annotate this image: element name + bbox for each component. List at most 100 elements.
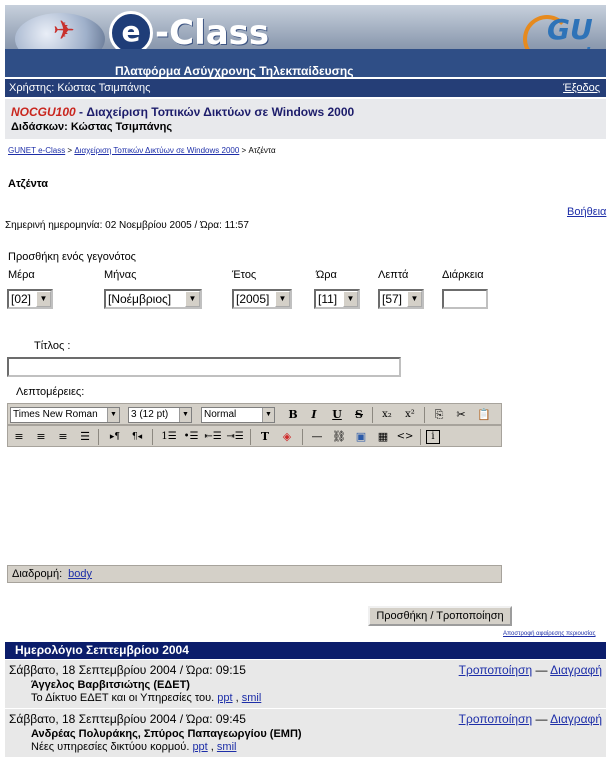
unordered-list-icon[interactable]: •☰ <box>182 429 200 445</box>
chevron-down-icon: ▼ <box>275 291 290 307</box>
gunet-gu: GU <box>547 13 593 46</box>
justify-icon[interactable]: ☰ <box>76 429 94 445</box>
event-speaker: Άγγελος Βαρβιτσιώτης (ΕΔΕΤ) <box>31 679 190 691</box>
toolbar-separator <box>420 429 421 445</box>
rich-text-editor: Times New Roman ▼ 3 (12 pt) ▼ Normal ▼ B… <box>7 403 502 583</box>
event-edit-link[interactable]: Τροποποίηση <box>459 712 532 726</box>
title-input[interactable] <box>7 357 401 377</box>
event-speaker: Ανδρέας Πολυράκης, Σπύρος Παπαγεωργίου (… <box>31 728 302 740</box>
chevron-down-icon: ▼ <box>36 291 51 307</box>
breadcrumb-current: Ατζέντα <box>248 146 276 155</box>
outdent-icon[interactable]: ⇤☰ <box>204 429 222 445</box>
editor-text-area[interactable] <box>7 447 502 563</box>
month-select[interactable]: [Νοέμβριος] ▼ <box>104 289 202 309</box>
toolbar-separator <box>372 407 373 423</box>
event-delete-link[interactable]: Διαγραφή <box>550 663 602 677</box>
editor-path-bar: Διαδρομή: body <box>7 565 502 583</box>
logo-text: -Class <box>155 13 270 53</box>
year-select[interactable]: [2005] ▼ <box>232 289 292 309</box>
site-banner: ✈ e -Class GU net Πλατφόρμα Ασύγχρονης Τ… <box>5 5 606 77</box>
align-center-icon[interactable]: ≡ <box>32 429 50 445</box>
logout-link[interactable]: Έξοδος <box>563 79 600 97</box>
editor-toolbar-1: Times New Roman ▼ 3 (12 pt) ▼ Normal ▼ B… <box>7 403 502 425</box>
minute-select[interactable]: [57] ▼ <box>378 289 424 309</box>
breadcrumb-course[interactable]: Διαχείριση Τοπικών Δικτύων σε Windows 20… <box>74 146 239 155</box>
font-size-value: 3 (12 pt) <box>131 409 169 420</box>
day-label: Μέρα <box>8 269 35 281</box>
month-label: Μήνας <box>104 269 137 281</box>
month-select-value: [Νοέμβριος] <box>108 292 172 306</box>
year-select-value: [2005] <box>236 292 270 306</box>
calendar-heading: Ημερολόγιο Σεπτεμβρίου 2004 <box>5 642 606 659</box>
event-edit-link[interactable]: Τροποποίηση <box>459 663 532 677</box>
announcement-link[interactable]: Αποστροφή αφαίρεσης περιουσίας <box>503 631 596 637</box>
event-description-text: Το Δίκτυο ΕΔΕΤ και οι Υπηρεσίες του. <box>31 692 218 704</box>
course-teacher: Διδάσκων: Κώστας Τσιμπάνης <box>11 121 173 133</box>
format-select[interactable]: Normal ▼ <box>201 407 275 423</box>
user-bar: Χρήστης: Κώστας Τσιμπάνης Έξοδος <box>5 79 606 97</box>
link-separator: , <box>207 741 217 753</box>
year-label: Έτος <box>232 269 257 281</box>
rtl-icon[interactable]: ¶◂ <box>128 429 146 445</box>
course-code: NOCGU100 <box>11 105 76 119</box>
chevron-down-icon: ▼ <box>343 291 358 307</box>
path-body-link[interactable]: body <box>68 568 92 580</box>
paste-icon[interactable]: 📋 <box>475 407 493 423</box>
flying-figure-icon: ✈ <box>53 15 75 45</box>
ltr-icon[interactable]: ▸¶ <box>106 429 124 445</box>
indent-icon[interactable]: ⇥☰ <box>226 429 244 445</box>
horizontal-rule-icon[interactable]: — <box>308 429 326 445</box>
superscript-icon[interactable]: x² <box>401 407 419 423</box>
text-color-icon[interactable]: T <box>256 429 274 445</box>
page-title: Ατζέντα <box>8 178 49 190</box>
minute-select-value: [57] <box>382 292 403 306</box>
event-row: Σάββατο, 18 Σεπτεμβρίου 2004 / Ώρα: 09:1… <box>5 660 606 708</box>
chevron-down-icon: ▼ <box>107 408 119 422</box>
cut-icon[interactable]: ✂ <box>452 407 470 423</box>
image-icon[interactable]: ▣ <box>352 429 370 445</box>
html-source-icon[interactable]: <> <box>396 429 414 445</box>
hour-select[interactable]: [11] ▼ <box>314 289 360 309</box>
underline-icon[interactable]: U <box>328 407 346 423</box>
event-description: Νέες υπηρεσίες δικτύου κορμού. ppt , smi… <box>31 741 602 753</box>
format-value: Normal <box>204 409 237 420</box>
chevron-down-icon: ▼ <box>262 408 274 422</box>
add-modify-button[interactable]: Προσθήκη / Τροποποίηση <box>368 606 512 626</box>
breadcrumb-home[interactable]: GUNET e-Class <box>8 146 65 155</box>
toolbar-separator <box>250 429 251 445</box>
copy-icon[interactable]: ⎘ <box>430 407 448 423</box>
help-link[interactable]: Βοήθεια <box>567 206 606 218</box>
ordered-list-icon[interactable]: 1☰ <box>160 429 178 445</box>
event-smil-link[interactable]: smil <box>242 692 262 704</box>
banner-subtitle: Πλατφόρμα Ασύγχρονης Τηλεκπαίδευσης <box>115 64 354 77</box>
event-delete-link[interactable]: Διαγραφή <box>550 712 602 726</box>
chevron-down-icon: ▼ <box>407 291 422 307</box>
subscript-icon[interactable]: x₂ <box>378 407 396 423</box>
bold-icon[interactable]: B <box>284 407 302 423</box>
day-select[interactable]: [02] ▼ <box>7 289 53 309</box>
day-select-value: [02] <box>11 292 32 306</box>
course-title: - Διαχείριση Τοπικών Δικτύων σε Windows … <box>75 105 355 119</box>
font-family-value: Times New Roman <box>13 409 98 420</box>
editor-toolbar-2: ≡ ≡ ≡ ☰ ▸¶ ¶◂ 1☰ •☰ ⇤☰ ⇥☰ T ◈ — ⛓ ▣ ▦ <>… <box>7 425 502 447</box>
duration-input[interactable] <box>442 289 488 309</box>
info-icon[interactable]: i <box>426 430 440 444</box>
font-size-select[interactable]: 3 (12 pt) ▼ <box>128 407 192 423</box>
strikethrough-icon[interactable]: S <box>350 407 368 423</box>
event-smil-link[interactable]: smil <box>217 741 237 753</box>
toolbar-separator <box>424 407 425 423</box>
background-color-icon[interactable]: ◈ <box>278 429 296 445</box>
align-right-icon[interactable]: ≡ <box>54 429 72 445</box>
course-header: NOCGU100 - Διαχείριση Τοπικών Δικτύων σε… <box>5 99 606 139</box>
event-description-text: Νέες υπηρεσίες δικτύου κορμού. <box>31 741 193 753</box>
event-ppt-link[interactable]: ppt <box>217 692 232 704</box>
table-icon[interactable]: ▦ <box>374 429 392 445</box>
font-family-select[interactable]: Times New Roman ▼ <box>10 407 120 423</box>
link-icon[interactable]: ⛓ <box>330 429 348 445</box>
align-left-icon[interactable]: ≡ <box>10 429 28 445</box>
action-separator: — <box>532 663 551 677</box>
event-ppt-link[interactable]: ppt <box>192 741 207 753</box>
toolbar-separator <box>302 429 303 445</box>
user-label: Χρήστης: Κώστας Τσιμπάνης <box>9 82 151 94</box>
italic-icon[interactable]: I <box>305 407 323 423</box>
